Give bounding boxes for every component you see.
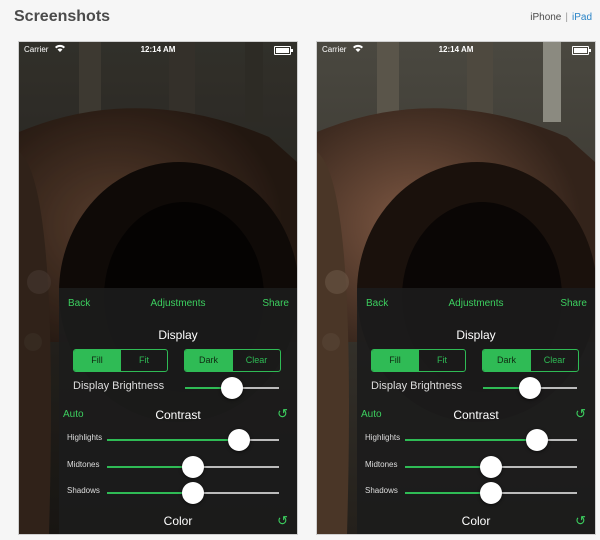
slider-thumb[interactable] [526,429,549,451]
fill-segment[interactable]: Fill [372,350,418,371]
reset-icon[interactable]: ↺ [575,406,586,422]
midtones-slider[interactable] [405,456,577,478]
nav-title: Adjustments [150,298,206,309]
shadows-slider[interactable] [405,482,577,504]
display-brightness-label: Display Brightness [73,380,165,392]
slider-thumb[interactable] [221,377,243,399]
slider-thumb[interactable] [480,482,502,504]
nav-bar: Back Adjustments Share [357,298,595,312]
status-bar: Carrier 12:14 AM [19,42,297,58]
fit-segment[interactable]: Fit [418,350,465,371]
contrast-title: Contrast [155,408,201,422]
midtones-label: Midtones [365,460,398,469]
slider-fill [107,466,193,468]
shadows-slider[interactable] [107,482,279,504]
share-button[interactable]: Share [262,298,289,309]
theme-segmented-control: Dark Clear [184,349,281,372]
color-reset-icon[interactable]: ↺ [277,513,288,529]
highlights-label: Highlights [365,433,401,442]
slider-thumb[interactable] [480,456,502,478]
fit-segmented-control: Fill Fit [371,349,466,372]
share-button[interactable]: Share [560,298,587,309]
reset-icon[interactable]: ↺ [277,406,288,422]
device-iphone-link[interactable]: iPhone [530,12,561,23]
dark-segment[interactable]: Dark [185,350,232,371]
fit-segmented-control: Fill Fit [73,349,168,372]
status-time: 12:14 AM [140,45,176,54]
slider-thumb[interactable] [182,482,204,504]
status-time: 12:14 AM [438,45,474,54]
slider-fill [405,492,491,494]
slider-fill [405,466,491,468]
fit-segment[interactable]: Fit [120,350,167,371]
display-brightness-label: Display Brightness [371,380,463,392]
display-title: Display [158,328,198,342]
adjustments-panel: Back Adjustments Share Display Fill Fit … [59,288,297,534]
color-title: Color [461,514,491,528]
battery-icon [274,46,293,55]
shadows-label: Shadows [67,486,100,495]
clear-segment[interactable]: Clear [232,350,280,371]
contrast-title: Contrast [453,408,499,422]
slider-thumb[interactable] [228,429,251,451]
device-separator: | [565,12,568,23]
nav-title: Adjustments [448,298,504,309]
nav-bar: Back Adjustments Share [59,298,297,312]
dark-segment[interactable]: Dark [483,350,530,371]
screenshot-1[interactable]: Carrier 12:14 AM Back Adjustments Share … [18,41,298,535]
device-switch: iPhone | iPad [530,12,592,23]
device-ipad-link[interactable]: iPad [572,12,592,23]
screenshot-2[interactable]: Carrier 12:14 AM Back Adjustments Share … [316,41,596,535]
slider-thumb[interactable] [519,377,541,399]
slider-fill [107,492,193,494]
battery-icon [572,46,591,55]
theme-segmented-control: Dark Clear [482,349,579,372]
slider-fill [107,439,240,441]
color-reset-icon[interactable]: ↺ [575,513,586,529]
midtones-slider[interactable] [107,456,279,478]
slider-fill [405,439,538,441]
page-title: Screenshots [14,8,111,25]
midtones-label: Midtones [67,460,100,469]
display-brightness-slider[interactable] [185,377,279,399]
clear-segment[interactable]: Clear [530,350,578,371]
highlights-label: Highlights [67,433,103,442]
display-brightness-slider[interactable] [483,377,577,399]
status-bar: Carrier 12:14 AM [317,42,595,58]
shadows-label: Shadows [365,486,398,495]
display-title: Display [456,328,496,342]
adjustments-panel: Back Adjustments Share Display Fill Fit … [357,288,595,534]
highlights-slider[interactable] [405,429,577,451]
highlights-slider[interactable] [107,429,279,451]
slider-thumb[interactable] [182,456,204,478]
fill-segment[interactable]: Fill [74,350,120,371]
color-title: Color [163,514,193,528]
